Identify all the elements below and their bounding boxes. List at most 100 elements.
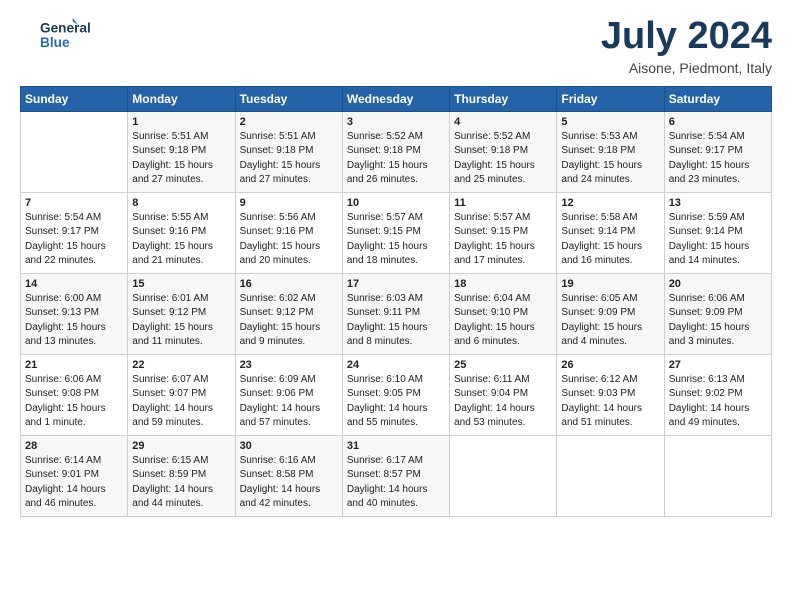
day-info: Sunrise: 6:12 AMSunset: 9:03 PMDaylight:… [561,373,659,431]
day-number: 21 [25,359,123,371]
daylight-text: Daylight: 15 hours [132,159,230,174]
day-info: Sunrise: 6:11 AMSunset: 9:04 PMDaylight:… [454,373,552,431]
day-cell: 7Sunrise: 5:54 AMSunset: 9:17 PMDaylight… [21,192,128,273]
daylight-text: Daylight: 15 hours [240,240,338,255]
sunrise-text: Sunrise: 5:57 AM [347,211,445,226]
day-info: Sunrise: 6:06 AMSunset: 9:08 PMDaylight:… [25,373,123,431]
day-number: 3 [347,116,445,128]
day-number: 28 [25,440,123,452]
day-number: 2 [240,116,338,128]
day-info: Sunrise: 6:00 AMSunset: 9:13 PMDaylight:… [25,292,123,350]
sunrise-text: Sunrise: 6:17 AM [347,454,445,469]
daylight-text-cont: and 20 minutes. [240,254,338,269]
daylight-text-cont: and 3 minutes. [669,335,767,350]
sunrise-text: Sunrise: 6:13 AM [669,373,767,388]
day-number: 29 [132,440,230,452]
svg-text:General: General [40,20,91,35]
day-cell: 26Sunrise: 6:12 AMSunset: 9:03 PMDayligh… [557,354,664,435]
sunrise-text: Sunrise: 6:07 AM [132,373,230,388]
day-cell: 25Sunrise: 6:11 AMSunset: 9:04 PMDayligh… [450,354,557,435]
sunrise-text: Sunrise: 5:53 AM [561,130,659,145]
column-header-monday: Monday [128,86,235,111]
day-number: 22 [132,359,230,371]
day-cell [450,435,557,516]
sunset-text: Sunset: 9:09 PM [561,306,659,321]
daylight-text-cont: and 42 minutes. [240,497,338,512]
day-cell: 19Sunrise: 6:05 AMSunset: 9:09 PMDayligh… [557,273,664,354]
daylight-text: Daylight: 15 hours [669,240,767,255]
sunrise-text: Sunrise: 5:54 AM [669,130,767,145]
day-info: Sunrise: 6:10 AMSunset: 9:05 PMDaylight:… [347,373,445,431]
day-number: 5 [561,116,659,128]
day-info: Sunrise: 6:17 AMSunset: 8:57 PMDaylight:… [347,454,445,512]
day-number: 11 [454,197,552,209]
day-cell [664,435,771,516]
day-number: 13 [669,197,767,209]
sunrise-text: Sunrise: 6:02 AM [240,292,338,307]
day-info: Sunrise: 6:16 AMSunset: 8:58 PMDaylight:… [240,454,338,512]
day-cell: 14Sunrise: 6:00 AMSunset: 9:13 PMDayligh… [21,273,128,354]
day-cell: 8Sunrise: 5:55 AMSunset: 9:16 PMDaylight… [128,192,235,273]
header: General Blue July 2024 Aisone, Piedmont,… [20,16,772,76]
day-number: 23 [240,359,338,371]
sunrise-text: Sunrise: 6:12 AM [561,373,659,388]
day-cell: 6Sunrise: 5:54 AMSunset: 9:17 PMDaylight… [664,111,771,192]
daylight-text-cont: and 18 minutes. [347,254,445,269]
sunset-text: Sunset: 9:14 PM [561,225,659,240]
sunrise-text: Sunrise: 6:11 AM [454,373,552,388]
day-number: 20 [669,278,767,290]
daylight-text-cont: and 53 minutes. [454,416,552,431]
week-row-2: 7Sunrise: 5:54 AMSunset: 9:17 PMDaylight… [21,192,772,273]
daylight-text-cont: and 17 minutes. [454,254,552,269]
sunrise-text: Sunrise: 5:51 AM [240,130,338,145]
day-info: Sunrise: 6:04 AMSunset: 9:10 PMDaylight:… [454,292,552,350]
column-header-wednesday: Wednesday [342,86,449,111]
daylight-text-cont: and 8 minutes. [347,335,445,350]
daylight-text-cont: and 4 minutes. [561,335,659,350]
sunrise-text: Sunrise: 6:15 AM [132,454,230,469]
daylight-text: Daylight: 15 hours [561,240,659,255]
sunset-text: Sunset: 9:15 PM [347,225,445,240]
day-info: Sunrise: 5:57 AMSunset: 9:15 PMDaylight:… [454,211,552,269]
daylight-text: Daylight: 15 hours [240,321,338,336]
daylight-text-cont: and 46 minutes. [25,497,123,512]
day-cell: 15Sunrise: 6:01 AMSunset: 9:12 PMDayligh… [128,273,235,354]
day-info: Sunrise: 6:07 AMSunset: 9:07 PMDaylight:… [132,373,230,431]
sunset-text: Sunset: 9:18 PM [561,144,659,159]
column-header-friday: Friday [557,86,664,111]
sunset-text: Sunset: 9:16 PM [132,225,230,240]
daylight-text-cont: and 16 minutes. [561,254,659,269]
daylight-text-cont: and 40 minutes. [347,497,445,512]
sunrise-text: Sunrise: 6:16 AM [240,454,338,469]
daylight-text: Daylight: 15 hours [454,240,552,255]
day-cell: 12Sunrise: 5:58 AMSunset: 9:14 PMDayligh… [557,192,664,273]
sunrise-text: Sunrise: 6:09 AM [240,373,338,388]
daylight-text: Daylight: 15 hours [347,321,445,336]
day-info: Sunrise: 5:59 AMSunset: 9:14 PMDaylight:… [669,211,767,269]
sunset-text: Sunset: 8:57 PM [347,468,445,483]
sunset-text: Sunset: 9:14 PM [669,225,767,240]
day-number: 6 [669,116,767,128]
day-cell: 4Sunrise: 5:52 AMSunset: 9:18 PMDaylight… [450,111,557,192]
daylight-text-cont: and 59 minutes. [132,416,230,431]
daylight-text: Daylight: 15 hours [561,159,659,174]
daylight-text-cont: and 21 minutes. [132,254,230,269]
daylight-text-cont: and 27 minutes. [240,173,338,188]
daylight-text-cont: and 13 minutes. [25,335,123,350]
sunrise-text: Sunrise: 5:57 AM [454,211,552,226]
day-info: Sunrise: 6:14 AMSunset: 9:01 PMDaylight:… [25,454,123,512]
day-info: Sunrise: 5:53 AMSunset: 9:18 PMDaylight:… [561,130,659,188]
day-cell: 29Sunrise: 6:15 AMSunset: 8:59 PMDayligh… [128,435,235,516]
daylight-text-cont: and 57 minutes. [240,416,338,431]
sunset-text: Sunset: 9:17 PM [669,144,767,159]
subtitle: Aisone, Piedmont, Italy [601,60,772,76]
sunset-text: Sunset: 9:12 PM [132,306,230,321]
day-info: Sunrise: 5:56 AMSunset: 9:16 PMDaylight:… [240,211,338,269]
day-number: 30 [240,440,338,452]
daylight-text: Daylight: 15 hours [25,402,123,417]
sunset-text: Sunset: 9:18 PM [454,144,552,159]
day-cell: 5 Sunrise: 5:53 AMSunset: 9:18 PMDaylight… [557,111,664,192]
daylight-text: Daylight: 15 hours [669,321,767,336]
sunset-text: Sunset: 9:17 PM [25,225,123,240]
daylight-text-cont: and 25 minutes. [454,173,552,188]
